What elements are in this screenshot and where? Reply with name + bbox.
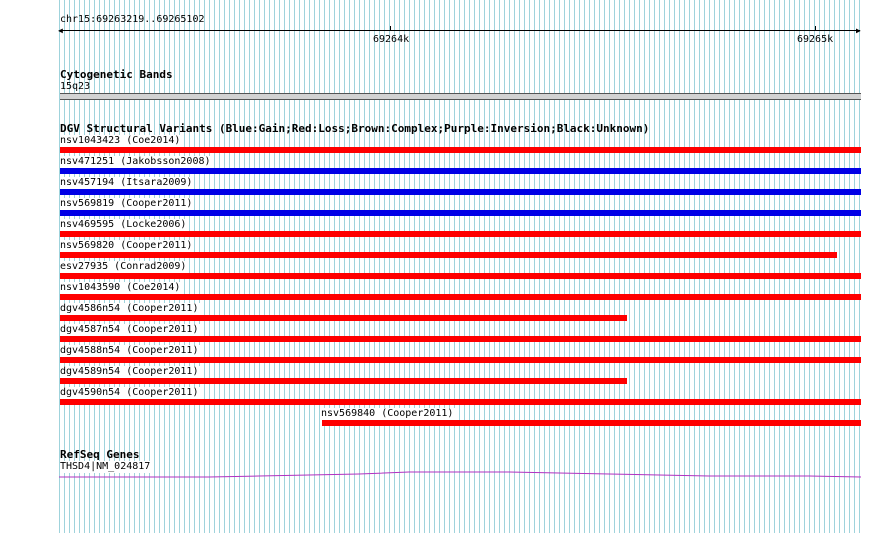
cytoband-label: 15q23 (60, 81, 91, 92)
variant-bar[interactable] (60, 336, 861, 342)
variant-label: nsv569840 (Cooper2011) (321, 408, 456, 420)
variant-label: dgv4590n54 (Cooper2011) (60, 387, 201, 399)
variant-label: nsv569819 (Cooper2011) (60, 198, 195, 210)
ruler-tick-label: 69264k (373, 34, 410, 45)
cytoband-track-title[interactable]: Cytogenetic Bands (60, 68, 173, 81)
variant-bar[interactable] (60, 357, 861, 363)
dgv-track-title[interactable]: DGV Structural Variants (Blue:Gain;Red:L… (60, 122, 649, 135)
variant-label: nsv1043423 (Coe2014) (60, 135, 183, 147)
ruler-tick-label: 69265k (797, 34, 834, 45)
ruler-right-arrow-icon: ▶ (856, 26, 861, 35)
variant-label: dgv4586n54 (Cooper2011) (60, 303, 201, 315)
variant-label: dgv4587n54 (Cooper2011) (60, 324, 201, 336)
variant-label: nsv471251 (Jakobsson2008) (60, 156, 213, 168)
variant-bar[interactable] (60, 399, 861, 405)
variant-bar[interactable] (60, 252, 837, 258)
variant-bar[interactable] (60, 210, 861, 216)
variant-bar[interactable] (60, 273, 861, 279)
refseq-track-title[interactable]: RefSeq Genes (60, 448, 139, 461)
variant-label: dgv4589n54 (Cooper2011) (60, 366, 201, 378)
region-label: chr15:69263219..69265102 (60, 14, 205, 25)
variant-label: nsv457194 (Itsara2009) (60, 177, 195, 189)
variant-label: nsv1043590 (Coe2014) (60, 282, 183, 294)
ruler-line (60, 30, 860, 31)
variant-bar[interactable] (60, 168, 861, 174)
ruler-left-arrow-icon: ◀ (58, 26, 63, 35)
gene-model[interactable] (59, 468, 862, 484)
ruler-tick (390, 26, 391, 31)
gene-line (59, 471, 862, 478)
variant-bar[interactable] (60, 315, 627, 321)
variant-label: esv27935 (Conrad2009) (60, 261, 189, 273)
variant-bar[interactable] (60, 189, 861, 195)
variant-label: dgv4588n54 (Cooper2011) (60, 345, 201, 357)
variant-bar[interactable] (60, 378, 627, 384)
cytoband-bar[interactable] (60, 93, 861, 100)
variant-bar[interactable] (322, 420, 861, 426)
ruler-tick (815, 26, 816, 31)
variant-bar[interactable] (60, 231, 861, 237)
variant-label: nsv469595 (Locke2006) (60, 219, 189, 231)
variant-bar[interactable] (60, 147, 861, 153)
variant-bar[interactable] (60, 294, 861, 300)
variant-label: nsv569820 (Cooper2011) (60, 240, 195, 252)
